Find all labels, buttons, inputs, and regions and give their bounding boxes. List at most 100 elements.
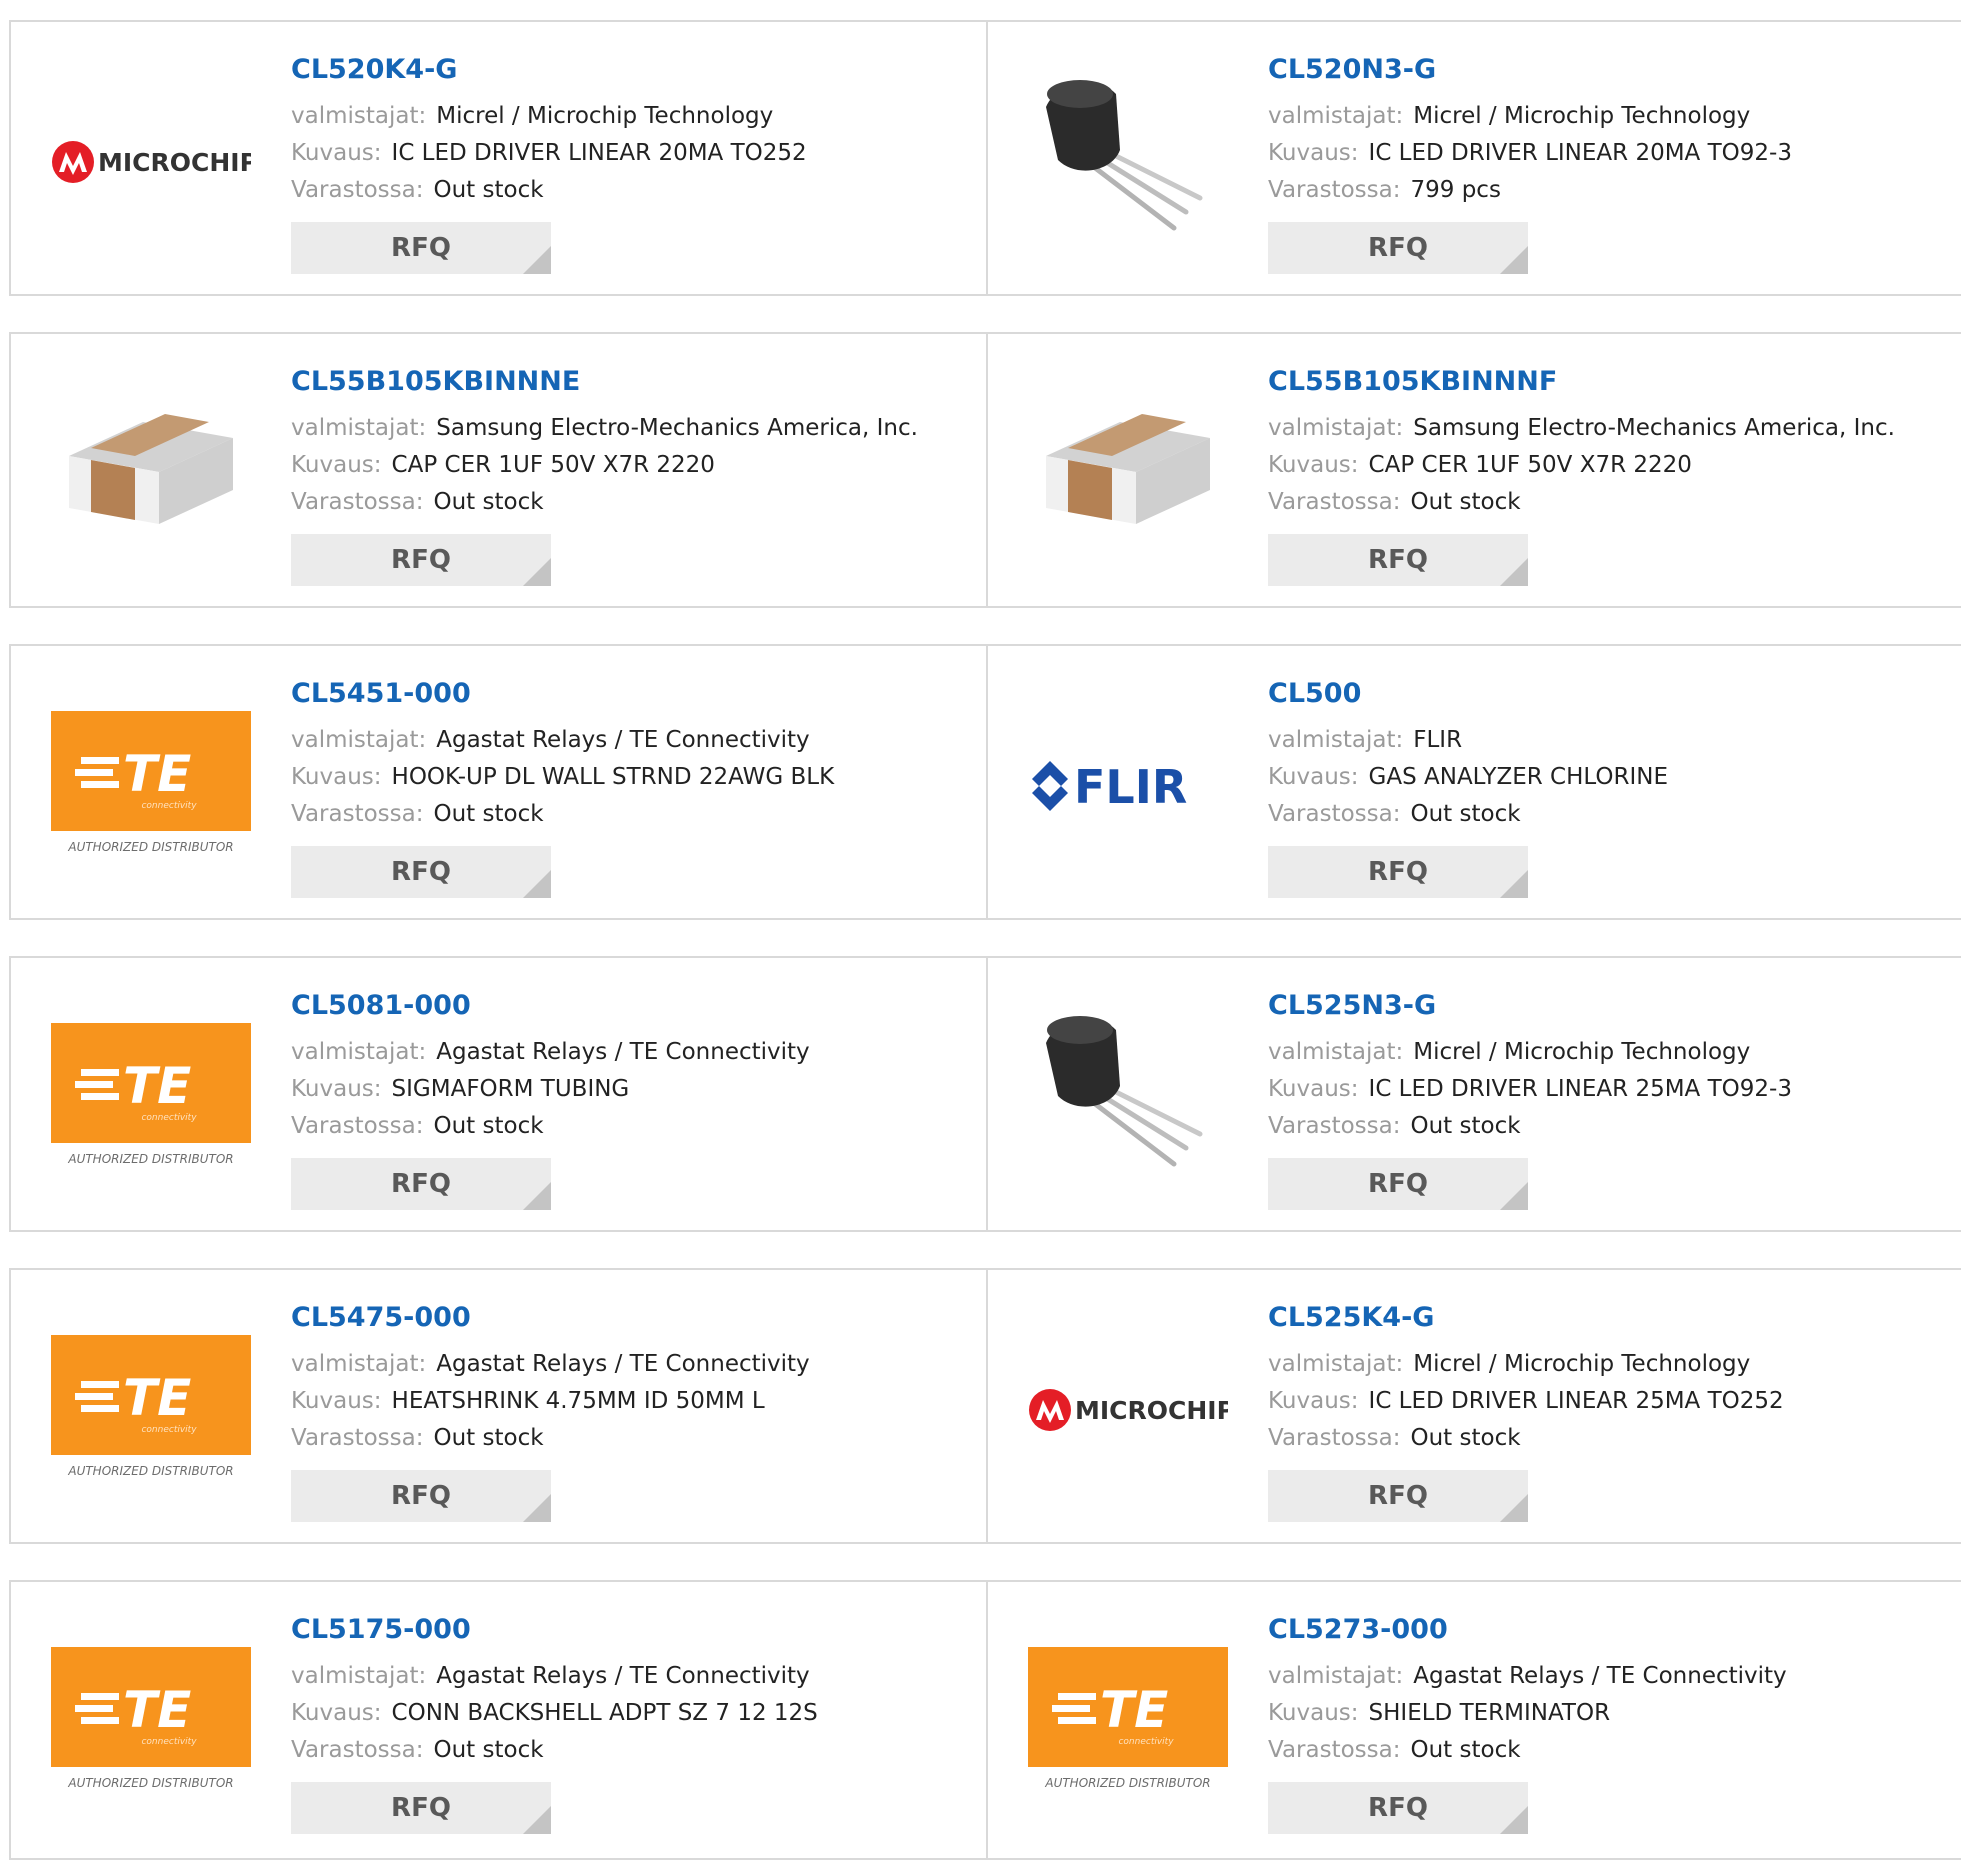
part-number-link[interactable]: CL520K4-G <box>291 52 807 88</box>
description-row: Kuvaus: IC LED DRIVER LINEAR 20MA TO92-3 <box>1268 135 1792 172</box>
rfq-label: RFQ <box>391 1793 451 1823</box>
to92-transistor-icon <box>1046 80 1203 231</box>
rfq-button[interactable]: RFQ <box>291 534 551 586</box>
rfq-label: RFQ <box>391 1169 451 1199</box>
product-image[interactable]: FLIR <box>1028 686 1228 886</box>
authorized-distributor-text: AUTHORIZED DISTRIBUTOR <box>67 1152 233 1166</box>
part-number-link[interactable]: CL5273-000 <box>1268 1612 1787 1648</box>
description-row: Kuvaus: HEATSHRINK 4.75MM ID 50MM L <box>291 1383 810 1420</box>
rfq-button[interactable]: RFQ <box>1268 1158 1528 1210</box>
stock-row: Varastossa: Out stock <box>291 172 807 209</box>
stock-row: Varastossa: Out stock <box>291 796 834 833</box>
corner-triangle-icon <box>1500 246 1528 274</box>
rfq-label: RFQ <box>1368 545 1428 575</box>
product-image[interactable] <box>1028 998 1228 1198</box>
flir-wordmark: FLIR <box>1074 760 1187 814</box>
rfq-label: RFQ <box>391 233 451 263</box>
corner-triangle-icon <box>523 246 551 274</box>
product-card: CL525N3-G valmistajat: Micrel / Microchip… <box>986 956 1961 1232</box>
product-image[interactable]: TE connectivity AUTHORIZED DISTRIBUTOR <box>51 1622 251 1822</box>
product-info: CL525K4-G valmistajat: Micrel / Microchip… <box>1268 1300 1784 1457</box>
rfq-button[interactable]: RFQ <box>1268 1782 1528 1834</box>
te-subtext: connectivity <box>141 1425 197 1435</box>
manufacturer-row: valmistajat: Samsung Electro-Mechanics Am… <box>1268 410 1895 447</box>
description-row: Kuvaus: IC LED DRIVER LINEAR 25MA TO252 <box>1268 1383 1784 1420</box>
product-image[interactable]: MICROCHIP <box>51 62 251 262</box>
rfq-button[interactable]: RFQ <box>291 846 551 898</box>
product-card: CL55B105KBINNNE valmistajat: Samsung Elec… <box>9 332 988 608</box>
part-number-link[interactable]: CL5175-000 <box>291 1612 818 1648</box>
product-image[interactable] <box>1028 374 1228 574</box>
description-row: Kuvaus: HOOK-UP DL WALL STRND 22AWG BLK <box>291 759 834 796</box>
manufacturer-label: valmistajat: <box>291 1663 427 1689</box>
description-value: IC LED DRIVER LINEAR 20MA TO252 <box>391 140 807 166</box>
manufacturer-row: valmistajat: Micrel / Microchip Technolog… <box>1268 98 1792 135</box>
smd-capacitor-icon <box>69 414 233 524</box>
rfq-button[interactable]: RFQ <box>1268 1470 1528 1522</box>
te-wordmark: TE <box>123 745 191 803</box>
corner-triangle-icon <box>1500 1182 1528 1210</box>
description-label: Kuvaus: <box>1268 140 1359 166</box>
te-connectivity-logo: TE connectivity AUTHORIZED DISTRIBUTOR <box>51 1023 251 1166</box>
product-info: CL500 valmistajat: FLIR Kuvaus: GAS ANALYZ… <box>1268 676 1668 833</box>
description-value: GAS ANALYZER CHLORINE <box>1368 764 1669 790</box>
product-image[interactable]: TE connectivity AUTHORIZED DISTRIBUTOR <box>51 1310 251 1510</box>
part-number-link[interactable]: CL525K4-G <box>1268 1300 1784 1336</box>
part-number-link[interactable]: CL55B105KBINNNE <box>291 364 918 400</box>
part-number-link[interactable]: CL5475-000 <box>291 1300 810 1336</box>
authorized-distributor-text: AUTHORIZED DISTRIBUTOR <box>67 1464 233 1478</box>
part-number-link[interactable]: CL5451-000 <box>291 676 834 712</box>
product-image[interactable] <box>51 374 251 574</box>
stock-label: Varastossa: <box>1268 177 1401 203</box>
microchip-wordmark: MICROCHIP <box>98 148 251 177</box>
description-value: CAP CER 1UF 50V X7R 2220 <box>1368 452 1692 478</box>
part-number-link[interactable]: CL500 <box>1268 676 1668 712</box>
manufacturer-row: valmistajat: Agastat Relays / TE Connecti… <box>291 1346 810 1383</box>
manufacturer-value: Agastat Relays / TE Connectivity <box>436 1039 810 1065</box>
product-image[interactable]: TE connectivity AUTHORIZED DISTRIBUTOR <box>51 998 251 1198</box>
rfq-label: RFQ <box>391 1481 451 1511</box>
manufacturer-label: valmistajat: <box>291 1351 427 1377</box>
description-label: Kuvaus: <box>1268 764 1359 790</box>
description-label: Kuvaus: <box>291 140 382 166</box>
product-image[interactable]: TE connectivity AUTHORIZED DISTRIBUTOR <box>51 686 251 886</box>
product-image[interactable]: TE connectivity AUTHORIZED DISTRIBUTOR <box>1028 1622 1228 1822</box>
te-wordmark: TE <box>1100 1681 1168 1739</box>
manufacturer-label: valmistajat: <box>291 415 427 441</box>
manufacturer-value: Agastat Relays / TE Connectivity <box>436 727 810 753</box>
stock-label: Varastossa: <box>291 177 424 203</box>
manufacturer-value: Agastat Relays / TE Connectivity <box>436 1663 810 1689</box>
product-card: CL520N3-G valmistajat: Micrel / Microchip… <box>986 20 1961 296</box>
rfq-button[interactable]: RFQ <box>291 1470 551 1522</box>
part-number-link[interactable]: CL525N3-G <box>1268 988 1792 1024</box>
te-subtext: connectivity <box>1118 1737 1174 1747</box>
product-info: CL5451-000 valmistajat: Agastat Relays / … <box>291 676 834 833</box>
description-label: Kuvaus: <box>1268 1076 1359 1102</box>
part-number-link[interactable]: CL520N3-G <box>1268 52 1792 88</box>
te-connectivity-logo: TE connectivity AUTHORIZED DISTRIBUTOR <box>1028 1647 1228 1790</box>
description-value: CONN BACKSHELL ADPT SZ 7 12 12S <box>391 1700 818 1726</box>
stock-value: Out stock <box>433 177 544 203</box>
part-number-link[interactable]: CL5081-000 <box>291 988 810 1024</box>
corner-triangle-icon <box>523 1182 551 1210</box>
corner-triangle-icon <box>523 1806 551 1834</box>
product-info: CL5081-000 valmistajat: Agastat Relays / … <box>291 988 810 1145</box>
rfq-label: RFQ <box>1368 1169 1428 1199</box>
product-image[interactable]: MICROCHIP <box>1028 1310 1228 1510</box>
rfq-button[interactable]: RFQ <box>291 1782 551 1834</box>
stock-value: Out stock <box>433 489 544 515</box>
manufacturer-label: valmistajat: <box>1268 415 1404 441</box>
manufacturer-row: valmistajat: Micrel / Microchip Technolog… <box>1268 1034 1792 1071</box>
stock-row: Varastossa: Out stock <box>291 1420 810 1457</box>
rfq-button[interactable]: RFQ <box>291 1158 551 1210</box>
rfq-button[interactable]: RFQ <box>1268 846 1528 898</box>
rfq-button[interactable]: RFQ <box>1268 534 1528 586</box>
corner-triangle-icon <box>1500 1806 1528 1834</box>
part-number-link[interactable]: CL55B105KBINNNF <box>1268 364 1895 400</box>
rfq-button[interactable]: RFQ <box>291 222 551 274</box>
product-info: CL5175-000 valmistajat: Agastat Relays / … <box>291 1612 818 1769</box>
rfq-button[interactable]: RFQ <box>1268 222 1528 274</box>
product-image[interactable] <box>1028 62 1228 262</box>
manufacturer-value: Agastat Relays / TE Connectivity <box>436 1351 810 1377</box>
description-label: Kuvaus: <box>291 1076 382 1102</box>
